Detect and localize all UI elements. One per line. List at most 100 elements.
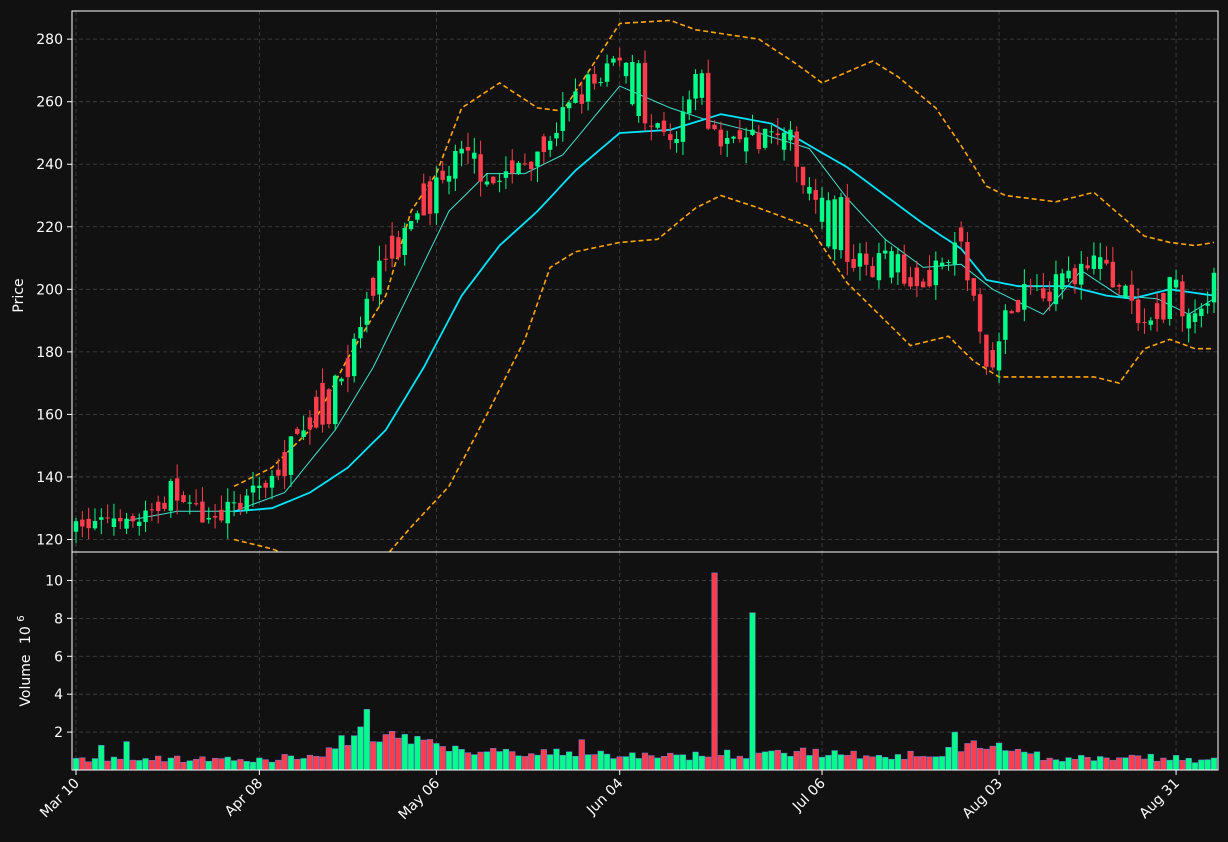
volume-axis-label-base: 10 (18, 626, 34, 644)
volume-bar (989, 745, 996, 771)
candle-body (105, 517, 110, 519)
volume-bar (825, 755, 832, 771)
volume-bar (205, 760, 212, 771)
volume-bar (1078, 755, 1085, 771)
volume-bar (660, 756, 668, 771)
volume-bar (970, 740, 977, 771)
candle-body (459, 148, 464, 154)
candle-body (661, 120, 667, 133)
candle-body (1123, 285, 1128, 298)
candle-body (212, 516, 218, 518)
volume-bar (1008, 750, 1015, 771)
volume-bar (743, 758, 750, 771)
candle-body (547, 140, 553, 150)
candle-body (819, 197, 825, 222)
volume-bar (913, 756, 920, 771)
volume-bar (199, 756, 206, 771)
candle-body (857, 253, 863, 267)
volume-bar (768, 750, 775, 771)
volume-bar (559, 755, 566, 771)
volume-bar (1191, 762, 1199, 771)
candle-body (231, 502, 237, 504)
volume-bar (629, 752, 636, 771)
volume-bar (306, 754, 314, 771)
candle-body (674, 139, 679, 144)
candle-body (181, 495, 186, 502)
volume-bar (445, 751, 453, 771)
candle-body (1199, 308, 1204, 317)
candle-body (528, 161, 534, 169)
volume-bar (1185, 758, 1192, 771)
candle-body (263, 482, 268, 488)
candle-body (1135, 299, 1141, 324)
candle-body (80, 519, 85, 527)
volume-bar (622, 756, 630, 771)
volume-bar (313, 756, 320, 771)
volume-bar (939, 756, 946, 771)
volume-bar (464, 752, 472, 771)
candle-body (800, 166, 806, 186)
volume-bar (888, 758, 895, 771)
candle-body (1053, 274, 1059, 305)
candle-body (288, 436, 294, 475)
candle-body (1180, 281, 1185, 317)
candle-body (1047, 291, 1052, 302)
volume-bar (249, 761, 257, 771)
candle-body (617, 57, 622, 61)
candle-body (1022, 283, 1027, 310)
volume-bar (717, 755, 724, 771)
volume-bar (1021, 751, 1028, 771)
volume-bar (1172, 755, 1180, 771)
volume-bar (275, 759, 282, 771)
candle-body (958, 227, 964, 242)
volume-tick-label: 2 (54, 725, 63, 741)
volume-bar (1122, 757, 1129, 771)
volume-bar (932, 756, 939, 771)
candle-body (99, 517, 104, 520)
candle-body (1066, 270, 1071, 279)
volume-bar (654, 757, 661, 771)
candle-body (250, 485, 256, 493)
volume-bar (780, 752, 788, 771)
volume-bar (439, 746, 446, 771)
price-tick-label: 140 (36, 470, 63, 486)
volume-bar (585, 754, 592, 771)
candle-body (130, 516, 136, 522)
volume-bar (591, 754, 598, 771)
price-tick-label: 160 (36, 407, 63, 423)
candle-body (408, 220, 414, 230)
volume-bar (1071, 759, 1079, 771)
volume-bar (224, 756, 231, 771)
candle-body (914, 267, 920, 287)
candle-body (965, 242, 970, 281)
volume-bar (641, 752, 649, 771)
candle-body (1110, 261, 1116, 288)
volume-bar (603, 753, 611, 771)
candle-body (427, 181, 433, 214)
candle-body (282, 452, 287, 477)
volume-bar (483, 751, 491, 771)
volume-bar (458, 749, 465, 771)
volume-bar (1014, 749, 1022, 771)
volume-bar (477, 751, 484, 771)
candle-body (440, 170, 445, 180)
candle-body (1060, 273, 1065, 289)
volume-bar (698, 755, 705, 771)
candle-body (946, 261, 951, 263)
candle-body (1186, 314, 1191, 329)
volume-bar (976, 747, 984, 771)
volume-bar (123, 741, 130, 771)
volume-bar (148, 760, 155, 771)
volume-bar (572, 756, 579, 771)
volume-bar (136, 760, 143, 771)
volume-bar (831, 750, 838, 771)
candle-body (750, 129, 755, 135)
volume-bar (281, 754, 288, 771)
candle-body (1085, 265, 1090, 269)
candle-body (781, 132, 787, 150)
price-tick-label: 220 (36, 220, 63, 236)
candle-body (1192, 313, 1198, 322)
volume-bar (724, 749, 731, 771)
price-tick-label: 280 (36, 32, 63, 48)
volume-bar (268, 761, 276, 771)
